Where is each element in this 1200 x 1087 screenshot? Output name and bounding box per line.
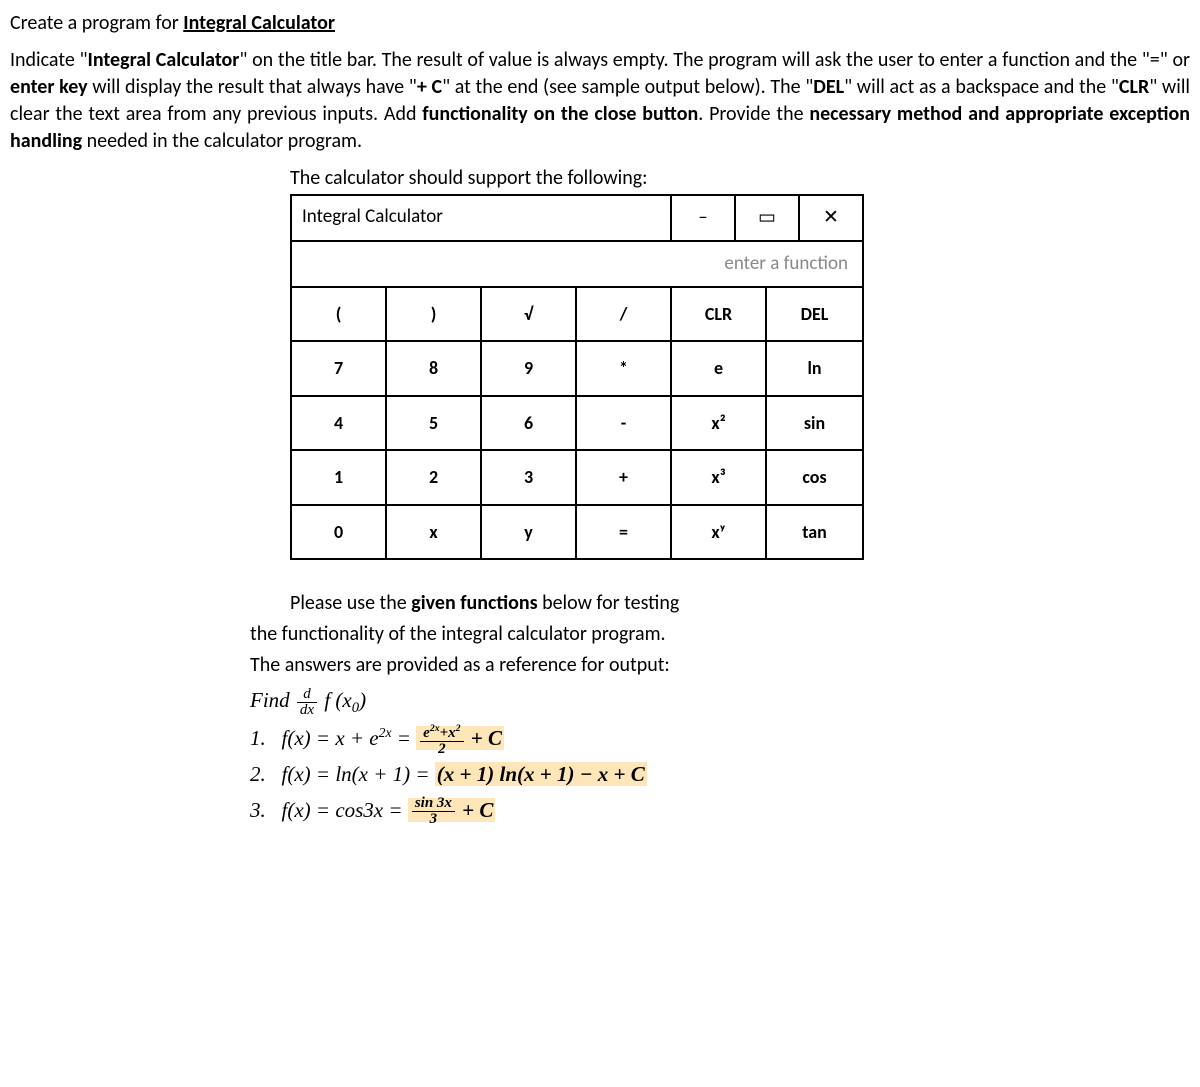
key-x[interactable]: x bbox=[387, 506, 482, 558]
key-sin[interactable]: sin bbox=[767, 397, 862, 451]
key-xsquared[interactable]: x² bbox=[672, 397, 767, 451]
key-ln[interactable]: ln bbox=[767, 342, 862, 396]
key-sqrt[interactable]: √ bbox=[482, 288, 577, 342]
test-functions-block: Please use the given functions below for… bbox=[250, 590, 950, 828]
key-xpowy[interactable]: xʸ bbox=[672, 506, 767, 558]
find-expression: Find ddx f (x0) bbox=[250, 683, 950, 721]
example-3: 3. f(x) = cos3x = sin 3x3 + C bbox=[250, 793, 950, 829]
key-tan[interactable]: tan bbox=[767, 506, 862, 558]
heading-title: Integral Calculator bbox=[183, 11, 335, 35]
key-eight[interactable]: 8 bbox=[387, 342, 482, 396]
key-clr[interactable]: CLR bbox=[672, 288, 767, 342]
key-six[interactable]: 6 bbox=[482, 397, 577, 451]
keypad: ()√/CLRDEL 789*eln 456-x²sin 123+x³cos 0xy=x… bbox=[292, 288, 862, 558]
key-five[interactable]: 5 bbox=[387, 397, 482, 451]
example-1: 1. f(x) = x + e2x = e2x+x22 + C bbox=[250, 721, 950, 757]
key-lparen[interactable]: ( bbox=[292, 288, 387, 342]
key-rparen[interactable]: ) bbox=[387, 288, 482, 342]
page-heading: Create a program for Integral Calculator bbox=[10, 10, 1190, 37]
key-y[interactable]: y bbox=[482, 506, 577, 558]
key-four[interactable]: 4 bbox=[292, 397, 387, 451]
key-two[interactable]: 2 bbox=[387, 451, 482, 505]
key-plus[interactable]: + bbox=[577, 451, 672, 505]
key-equals[interactable]: = bbox=[577, 506, 672, 558]
calc-caption: The calculator should support the follow… bbox=[290, 165, 910, 192]
instructions-paragraph: Indicate "Integral Calculator" on the ti… bbox=[10, 47, 1190, 155]
maximize-button[interactable]: ▭ bbox=[734, 196, 798, 240]
key-seven[interactable]: 7 bbox=[292, 342, 387, 396]
minimize-button[interactable]: – bbox=[670, 196, 734, 240]
key-e[interactable]: e bbox=[672, 342, 767, 396]
key-divide[interactable]: / bbox=[577, 288, 672, 342]
key-zero[interactable]: 0 bbox=[292, 506, 387, 558]
key-nine[interactable]: 9 bbox=[482, 342, 577, 396]
key-multiply[interactable]: * bbox=[577, 342, 672, 396]
key-three[interactable]: 3 bbox=[482, 451, 577, 505]
key-xcubed[interactable]: x³ bbox=[672, 451, 767, 505]
example-2: 2. f(x) = ln(x + 1) = (x + 1) ln(x + 1) … bbox=[250, 757, 950, 793]
key-cos[interactable]: cos bbox=[767, 451, 862, 505]
key-minus[interactable]: - bbox=[577, 397, 672, 451]
heading-prefix: Create a program for bbox=[10, 11, 183, 35]
titlebar: Integral Calculator – ▭ ✕ bbox=[292, 196, 862, 242]
close-button[interactable]: ✕ bbox=[798, 196, 862, 240]
calculator-window: Integral Calculator – ▭ ✕ enter a functi… bbox=[290, 194, 864, 560]
function-input[interactable]: enter a function bbox=[292, 242, 862, 288]
window-title: Integral Calculator bbox=[292, 196, 670, 240]
key-one[interactable]: 1 bbox=[292, 451, 387, 505]
key-del[interactable]: DEL bbox=[767, 288, 862, 342]
